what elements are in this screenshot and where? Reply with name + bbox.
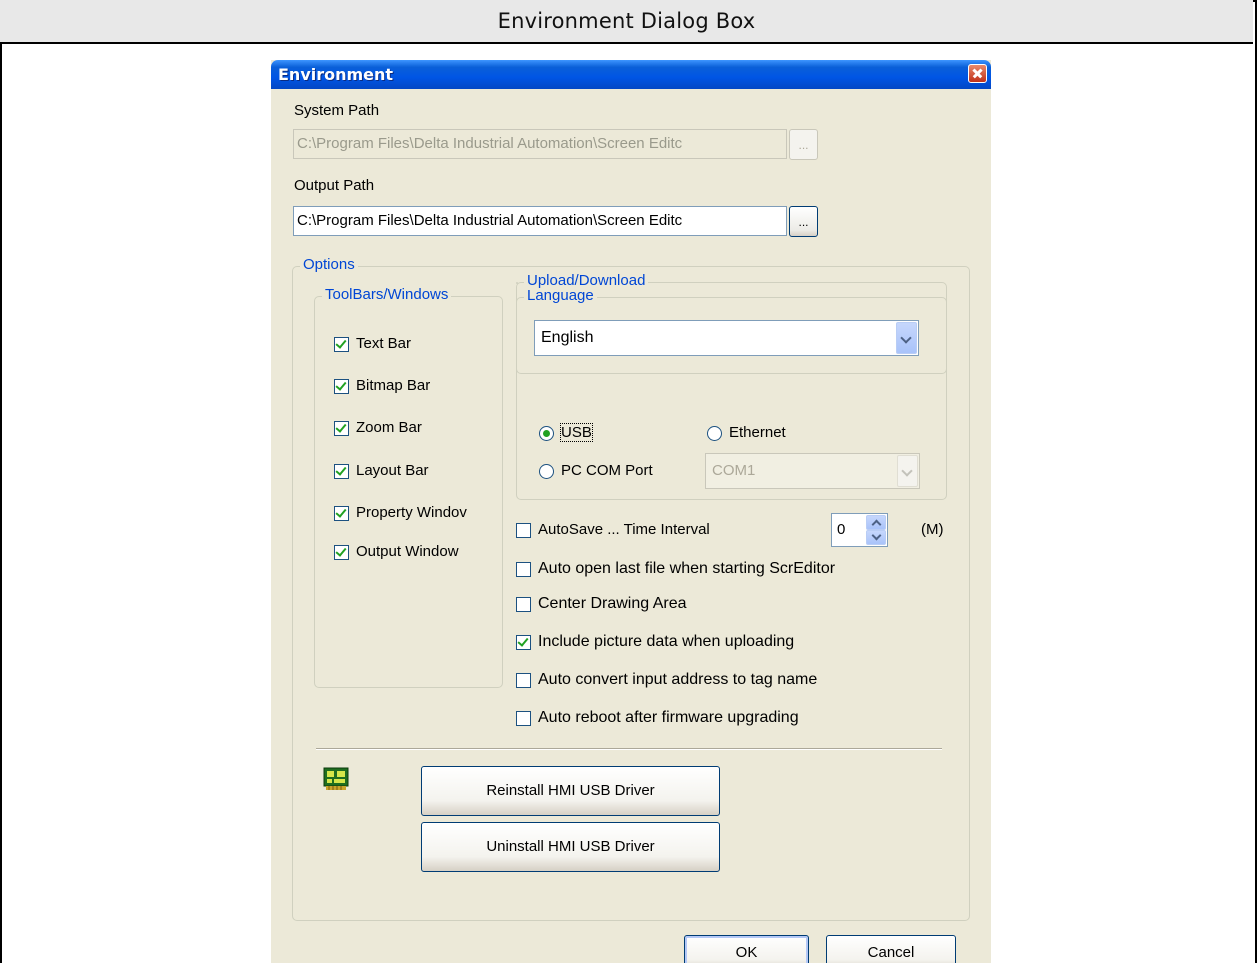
close-icon[interactable]: [968, 64, 987, 83]
autosave-interval-value: 0: [837, 521, 846, 538]
layout-bar-label: Layout Bar: [356, 462, 429, 479]
options-group-title: Options: [300, 256, 358, 273]
system-path-label: System Path: [294, 102, 380, 119]
autosave-interval-spinner[interactable]: 0: [831, 513, 888, 547]
ethernet-radio[interactable]: [707, 426, 722, 441]
text-bar-label: Text Bar: [356, 335, 412, 352]
com-port-select: COM1: [705, 453, 920, 489]
usb-driver-icon: [323, 767, 349, 790]
uninstall-usb-driver-button[interactable]: Uninstall HMI USB Driver: [421, 822, 720, 872]
cancel-button[interactable]: Cancel: [826, 935, 956, 963]
pc-com-port-radio[interactable]: [539, 464, 554, 479]
upload-download-group-title: Upload/Download: [524, 272, 649, 289]
section-divider: [316, 748, 942, 750]
dialog-title: Environment: [278, 65, 394, 84]
center-drawing-area-checkbox[interactable]: [516, 597, 531, 612]
system-path-browse-button: ...: [789, 129, 818, 160]
output-path-label: Output Path: [294, 177, 375, 194]
layout-bar-checkbox[interactable]: [334, 464, 349, 479]
bitmap-bar-checkbox[interactable]: [334, 379, 349, 394]
toolbars-group: ToolBars/Windows: [314, 286, 503, 688]
output-window-label: Output Window: [356, 543, 459, 560]
output-window-checkbox[interactable]: [334, 545, 349, 560]
auto-convert-address-label: Auto convert input address to tag name: [538, 671, 818, 688]
auto-reboot-label: Auto reboot after firmware upgrading: [538, 709, 799, 726]
usb-radio[interactable]: [539, 426, 554, 441]
chevron-down-icon: [897, 455, 918, 487]
bitmap-bar-label: Bitmap Bar: [356, 377, 431, 394]
property-window-checkbox[interactable]: [334, 506, 349, 521]
system-path-field: C:\Program Files\Delta Industrial Automa…: [293, 129, 787, 159]
include-picture-data-checkbox[interactable]: [516, 635, 531, 650]
usb-label: USB: [560, 423, 593, 442]
autosave-checkbox[interactable]: [516, 523, 531, 538]
zoom-bar-checkbox[interactable]: [334, 421, 349, 436]
property-window-label: Property Windov: [356, 504, 467, 521]
include-picture-data-label: Include picture data when uploading: [538, 633, 795, 650]
pc-com-port-label: PC COM Port: [561, 462, 653, 479]
text-bar-checkbox[interactable]: [334, 337, 349, 352]
autosave-unit: (M): [921, 521, 944, 538]
com-port-value: COM1: [712, 462, 756, 479]
output-path-browse-button[interactable]: ...: [789, 206, 818, 237]
output-path-field[interactable]: C:\Program Files\Delta Industrial Automa…: [293, 206, 787, 236]
toolbars-group-title: ToolBars/Windows: [322, 286, 452, 303]
center-drawing-area-label: Center Drawing Area: [538, 595, 687, 612]
auto-open-last-file-label: Auto open last file when starting ScrEdi…: [538, 560, 836, 577]
environment-dialog: Environment System Path C:\Program Files…: [271, 60, 991, 963]
ok-button[interactable]: OK: [684, 935, 809, 963]
spin-down-icon[interactable]: [866, 530, 886, 545]
auto-open-last-file-checkbox[interactable]: [516, 562, 531, 577]
auto-reboot-checkbox[interactable]: [516, 711, 531, 726]
ethernet-label: Ethernet: [729, 424, 786, 441]
zoom-bar-label: Zoom Bar: [356, 419, 422, 436]
spin-up-icon[interactable]: [866, 515, 886, 530]
document-header: Environment Dialog Box: [0, 0, 1253, 44]
dialog-titlebar[interactable]: Environment: [271, 60, 991, 89]
autosave-label: AutoSave ... Time Interval: [538, 521, 710, 538]
reinstall-usb-driver-button[interactable]: Reinstall HMI USB Driver: [421, 766, 720, 816]
auto-convert-address-checkbox[interactable]: [516, 673, 531, 688]
